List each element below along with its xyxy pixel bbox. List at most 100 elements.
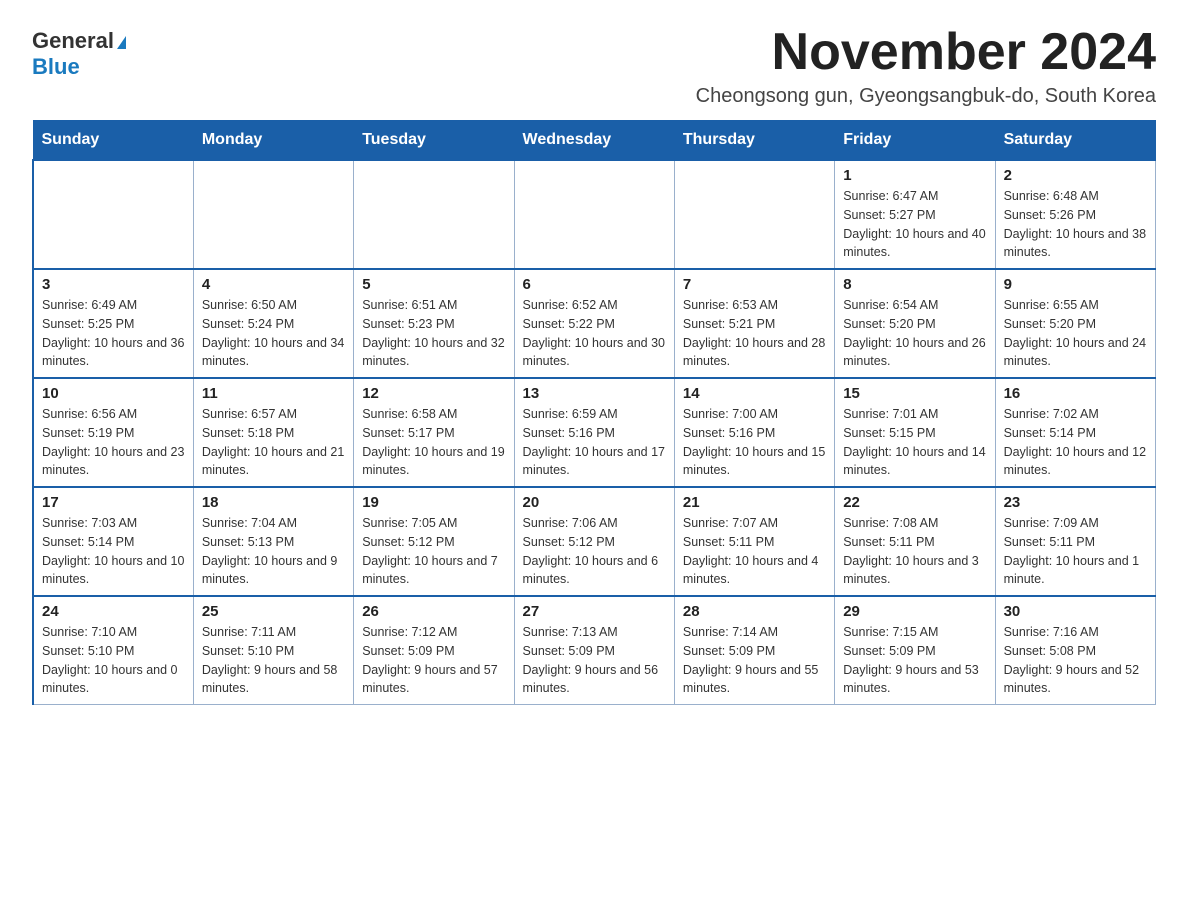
day-number: 16 xyxy=(1004,385,1147,402)
calendar-week-4: 17 Sunrise: 7:03 AM Sunset: 5:14 PM Dayli… xyxy=(33,487,1156,596)
calendar-cell: 8Sunrise: 6:54 AM Sunset: 5:20 PM Daylig… xyxy=(835,269,995,378)
calendar-cell xyxy=(674,160,834,269)
calendar-cell xyxy=(33,160,193,269)
day-number: 18 xyxy=(202,494,345,511)
calendar-subtitle: Cheongsong gun, Gyeongsangbuk-do, South … xyxy=(696,85,1156,108)
day-info: Sunrise: 7:16 AM Sunset: 5:08 PM Dayligh… xyxy=(1004,625,1140,695)
calendar-cell: 1 Sunrise: 6:47 AM Sunset: 5:27 PM Daylig… xyxy=(835,160,995,269)
calendar-cell: 27 Sunrise: 7:13 AM Sunset: 5:09 PM Dayli… xyxy=(514,596,674,705)
calendar-cell: 15Sunrise: 7:01 AM Sunset: 5:15 PM Dayli… xyxy=(835,378,995,487)
calendar-cell: 22Sunrise: 7:08 AM Sunset: 5:11 PM Dayli… xyxy=(835,487,995,596)
calendar-cell: 11 Sunrise: 6:57 AM Sunset: 5:18 PM Dayli… xyxy=(193,378,353,487)
day-info: Sunrise: 6:51 AM Sunset: 5:23 PM Dayligh… xyxy=(362,298,504,368)
calendar-cell: 29Sunrise: 7:15 AM Sunset: 5:09 PM Dayli… xyxy=(835,596,995,705)
day-info: Sunrise: 7:00 AM Sunset: 5:16 PM Dayligh… xyxy=(683,407,825,477)
day-number: 22 xyxy=(843,494,986,511)
day-info: Sunrise: 7:15 AM Sunset: 5:09 PM Dayligh… xyxy=(843,625,979,695)
day-info: Sunrise: 6:56 AM Sunset: 5:19 PM Dayligh… xyxy=(42,407,184,477)
calendar-cell: 13 Sunrise: 6:59 AM Sunset: 5:16 PM Dayli… xyxy=(514,378,674,487)
calendar-body: 1 Sunrise: 6:47 AM Sunset: 5:27 PM Daylig… xyxy=(33,160,1156,705)
day-number: 6 xyxy=(523,276,666,293)
calendar-cell: 21 Sunrise: 7:07 AM Sunset: 5:11 PM Dayli… xyxy=(674,487,834,596)
calendar-cell: 2 Sunrise: 6:48 AM Sunset: 5:26 PM Daylig… xyxy=(995,160,1155,269)
day-info: Sunrise: 6:49 AM Sunset: 5:25 PM Dayligh… xyxy=(42,298,184,368)
weekday-header-thursday: Thursday xyxy=(674,121,834,161)
day-number: 10 xyxy=(42,385,185,402)
calendar-cell: 28 Sunrise: 7:14 AM Sunset: 5:09 PM Dayli… xyxy=(674,596,834,705)
day-info: Sunrise: 6:55 AM Sunset: 5:20 PM Dayligh… xyxy=(1004,298,1146,368)
day-info: Sunrise: 7:06 AM Sunset: 5:12 PM Dayligh… xyxy=(523,516,659,586)
day-info: Sunrise: 7:03 AM Sunset: 5:14 PM Dayligh… xyxy=(42,516,184,586)
calendar-cell: 17 Sunrise: 7:03 AM Sunset: 5:14 PM Dayli… xyxy=(33,487,193,596)
day-info: Sunrise: 7:07 AM Sunset: 5:11 PM Dayligh… xyxy=(683,516,819,586)
day-number: 17 xyxy=(42,494,185,511)
day-number: 9 xyxy=(1004,276,1147,293)
calendar-cell: 26Sunrise: 7:12 AM Sunset: 5:09 PM Dayli… xyxy=(354,596,514,705)
calendar-cell: 25 Sunrise: 7:11 AM Sunset: 5:10 PM Dayli… xyxy=(193,596,353,705)
day-info: Sunrise: 7:14 AM Sunset: 5:09 PM Dayligh… xyxy=(683,625,819,695)
calendar-cell xyxy=(354,160,514,269)
day-info: Sunrise: 6:47 AM Sunset: 5:27 PM Dayligh… xyxy=(843,189,985,259)
day-info: Sunrise: 6:58 AM Sunset: 5:17 PM Dayligh… xyxy=(362,407,504,477)
day-number: 2 xyxy=(1004,167,1147,184)
calendar-cell: 5Sunrise: 6:51 AM Sunset: 5:23 PM Daylig… xyxy=(354,269,514,378)
day-number: 4 xyxy=(202,276,345,293)
calendar-cell: 12 Sunrise: 6:58 AM Sunset: 5:17 PM Dayli… xyxy=(354,378,514,487)
day-number: 27 xyxy=(523,603,666,620)
day-info: Sunrise: 7:01 AM Sunset: 5:15 PM Dayligh… xyxy=(843,407,985,477)
day-info: Sunrise: 6:59 AM Sunset: 5:16 PM Dayligh… xyxy=(523,407,665,477)
day-info: Sunrise: 7:10 AM Sunset: 5:10 PM Dayligh… xyxy=(42,625,178,695)
day-number: 19 xyxy=(362,494,505,511)
day-number: 25 xyxy=(202,603,345,620)
day-info: Sunrise: 6:50 AM Sunset: 5:24 PM Dayligh… xyxy=(202,298,344,368)
logo: General Blue xyxy=(32,24,126,80)
day-info: Sunrise: 6:52 AM Sunset: 5:22 PM Dayligh… xyxy=(523,298,665,368)
calendar-cell: 30 Sunrise: 7:16 AM Sunset: 5:08 PM Dayli… xyxy=(995,596,1155,705)
day-info: Sunrise: 6:57 AM Sunset: 5:18 PM Dayligh… xyxy=(202,407,344,477)
weekday-header-saturday: Saturday xyxy=(995,121,1155,161)
calendar-cell: 24 Sunrise: 7:10 AM Sunset: 5:10 PM Dayli… xyxy=(33,596,193,705)
day-number: 21 xyxy=(683,494,826,511)
day-info: Sunrise: 7:12 AM Sunset: 5:09 PM Dayligh… xyxy=(362,625,498,695)
calendar-table: SundayMondayTuesdayWednesdayThursdayFrid… xyxy=(32,120,1156,705)
calendar-cell xyxy=(193,160,353,269)
day-number: 12 xyxy=(362,385,505,402)
day-number: 14 xyxy=(683,385,826,402)
calendar-week-1: 1 Sunrise: 6:47 AM Sunset: 5:27 PM Daylig… xyxy=(33,160,1156,269)
calendar-cell: 16 Sunrise: 7:02 AM Sunset: 5:14 PM Dayli… xyxy=(995,378,1155,487)
day-info: Sunrise: 7:11 AM Sunset: 5:10 PM Dayligh… xyxy=(202,625,338,695)
calendar-title: November 2024 xyxy=(696,24,1156,81)
logo-general-text: General xyxy=(32,28,114,54)
day-number: 1 xyxy=(843,167,986,184)
calendar-week-2: 3 Sunrise: 6:49 AM Sunset: 5:25 PM Daylig… xyxy=(33,269,1156,378)
logo-triangle-icon xyxy=(117,36,126,49)
day-number: 20 xyxy=(523,494,666,511)
weekday-header-monday: Monday xyxy=(193,121,353,161)
day-info: Sunrise: 6:53 AM Sunset: 5:21 PM Dayligh… xyxy=(683,298,825,368)
day-number: 13 xyxy=(523,385,666,402)
calendar-cell: 9 Sunrise: 6:55 AM Sunset: 5:20 PM Daylig… xyxy=(995,269,1155,378)
weekday-header-sunday: Sunday xyxy=(33,121,193,161)
page-header: General Blue November 2024 Cheongsong gu… xyxy=(32,24,1156,108)
calendar-cell: 4 Sunrise: 6:50 AM Sunset: 5:24 PM Daylig… xyxy=(193,269,353,378)
day-number: 28 xyxy=(683,603,826,620)
day-info: Sunrise: 7:13 AM Sunset: 5:09 PM Dayligh… xyxy=(523,625,659,695)
day-info: Sunrise: 6:54 AM Sunset: 5:20 PM Dayligh… xyxy=(843,298,985,368)
calendar-cell: 10 Sunrise: 6:56 AM Sunset: 5:19 PM Dayli… xyxy=(33,378,193,487)
calendar-cell: 14 Sunrise: 7:00 AM Sunset: 5:16 PM Dayli… xyxy=(674,378,834,487)
calendar-cell: 20 Sunrise: 7:06 AM Sunset: 5:12 PM Dayli… xyxy=(514,487,674,596)
weekday-header-wednesday: Wednesday xyxy=(514,121,674,161)
day-info: Sunrise: 7:02 AM Sunset: 5:14 PM Dayligh… xyxy=(1004,407,1146,477)
weekday-header-row: SundayMondayTuesdayWednesdayThursdayFrid… xyxy=(33,121,1156,161)
day-info: Sunrise: 6:48 AM Sunset: 5:26 PM Dayligh… xyxy=(1004,189,1146,259)
calendar-cell: 7Sunrise: 6:53 AM Sunset: 5:21 PM Daylig… xyxy=(674,269,834,378)
calendar-week-5: 24 Sunrise: 7:10 AM Sunset: 5:10 PM Dayli… xyxy=(33,596,1156,705)
weekday-header-friday: Friday xyxy=(835,121,995,161)
day-number: 3 xyxy=(42,276,185,293)
day-number: 11 xyxy=(202,385,345,402)
day-number: 23 xyxy=(1004,494,1147,511)
day-info: Sunrise: 7:05 AM Sunset: 5:12 PM Dayligh… xyxy=(362,516,498,586)
day-number: 24 xyxy=(42,603,185,620)
calendar-cell: 18Sunrise: 7:04 AM Sunset: 5:13 PM Dayli… xyxy=(193,487,353,596)
day-number: 30 xyxy=(1004,603,1147,620)
